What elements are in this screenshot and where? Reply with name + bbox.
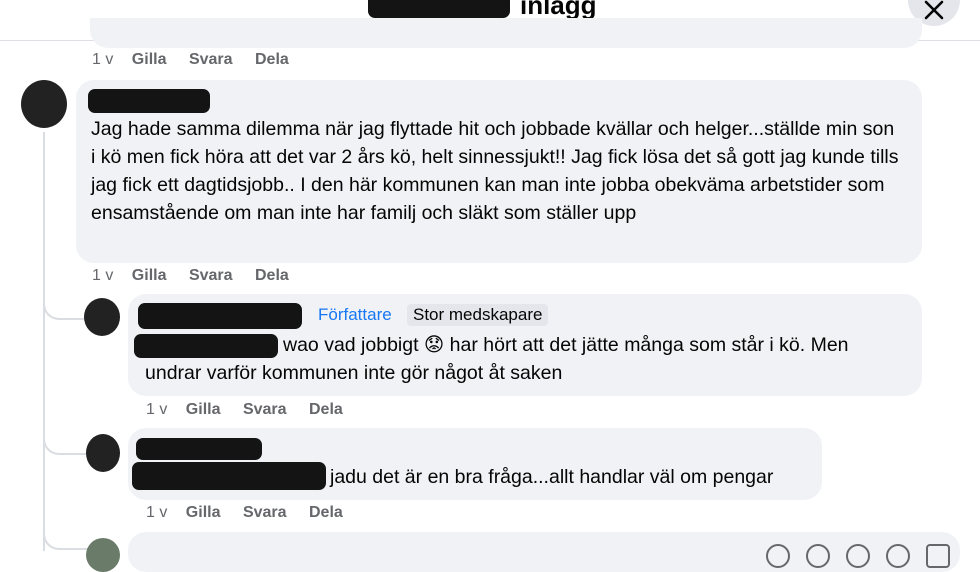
redacted-mention (132, 462, 326, 490)
sticker-icon[interactable] (886, 544, 910, 568)
comment-text: jadu det är en bra fråga...allt handlar … (330, 466, 774, 488)
reply-button[interactable]: Svara (243, 504, 287, 522)
redacted-mention (134, 334, 278, 358)
comment-bubble: jadu det är en bra fråga...allt handlar … (128, 428, 822, 500)
reply-input[interactable] (128, 532, 960, 572)
like-button[interactable]: Gilla (186, 401, 221, 419)
cocreator-badge: Stor medskapare (407, 304, 549, 326)
avatar[interactable] (21, 80, 67, 128)
like-button[interactable]: Gilla (132, 267, 167, 285)
thread-connector (43, 530, 91, 550)
gif-icon[interactable] (846, 544, 870, 568)
comment-actions: 1 v Gilla Svara Dela (146, 401, 361, 419)
comment-text-line2: undrar varför kommunen inte gör något åt… (145, 362, 563, 384)
share-button[interactable]: Dela (309, 504, 343, 522)
reply-button[interactable]: Svara (243, 401, 287, 419)
close-icon (924, 0, 944, 20)
previous-comment-bubble (90, 18, 922, 48)
thread-connector (43, 435, 91, 455)
comment-text-line1: wao vad jobbigt 😟 har hört att det jätte… (283, 334, 849, 356)
thread-line (43, 132, 45, 551)
redacted-name (368, 0, 510, 18)
redacted-name (136, 438, 262, 460)
comment-bubble: Författare Stor medskapare wao vad jobbi… (128, 294, 922, 396)
avatar[interactable] (86, 434, 120, 472)
camera-icon[interactable] (806, 544, 830, 568)
share-button[interactable]: Dela (309, 401, 343, 419)
comment-actions: 1 v Gilla Svara Dela (92, 51, 307, 69)
comment-age: 1 v (146, 401, 168, 418)
avatar[interactable] (84, 298, 120, 336)
user-avatar (86, 538, 120, 572)
redacted-name (88, 89, 210, 113)
comment-actions: 1 v Gilla Svara Dela (92, 267, 307, 285)
comment-age: 1 v (92, 267, 114, 284)
reply-button[interactable]: Svara (189, 51, 233, 69)
comment-actions: 1 v Gilla Svara Dela (146, 504, 361, 522)
author-badge: Författare (318, 305, 392, 324)
comment-text: Jag hade samma dilemma när jag flyttade … (91, 118, 899, 224)
share-button[interactable]: Dela (255, 267, 289, 285)
emoji-icon[interactable] (766, 544, 790, 568)
reply-button[interactable]: Svara (189, 267, 233, 285)
like-button[interactable]: Gilla (132, 51, 167, 69)
redacted-name (138, 303, 302, 329)
like-button[interactable]: Gilla (186, 504, 221, 522)
comment-age: 1 v (92, 51, 114, 68)
comment-bubble: Jag hade samma dilemma när jag flyttade … (76, 80, 922, 263)
send-icon[interactable] (926, 544, 950, 568)
comment-age: 1 v (146, 504, 168, 521)
share-button[interactable]: Dela (255, 51, 289, 69)
